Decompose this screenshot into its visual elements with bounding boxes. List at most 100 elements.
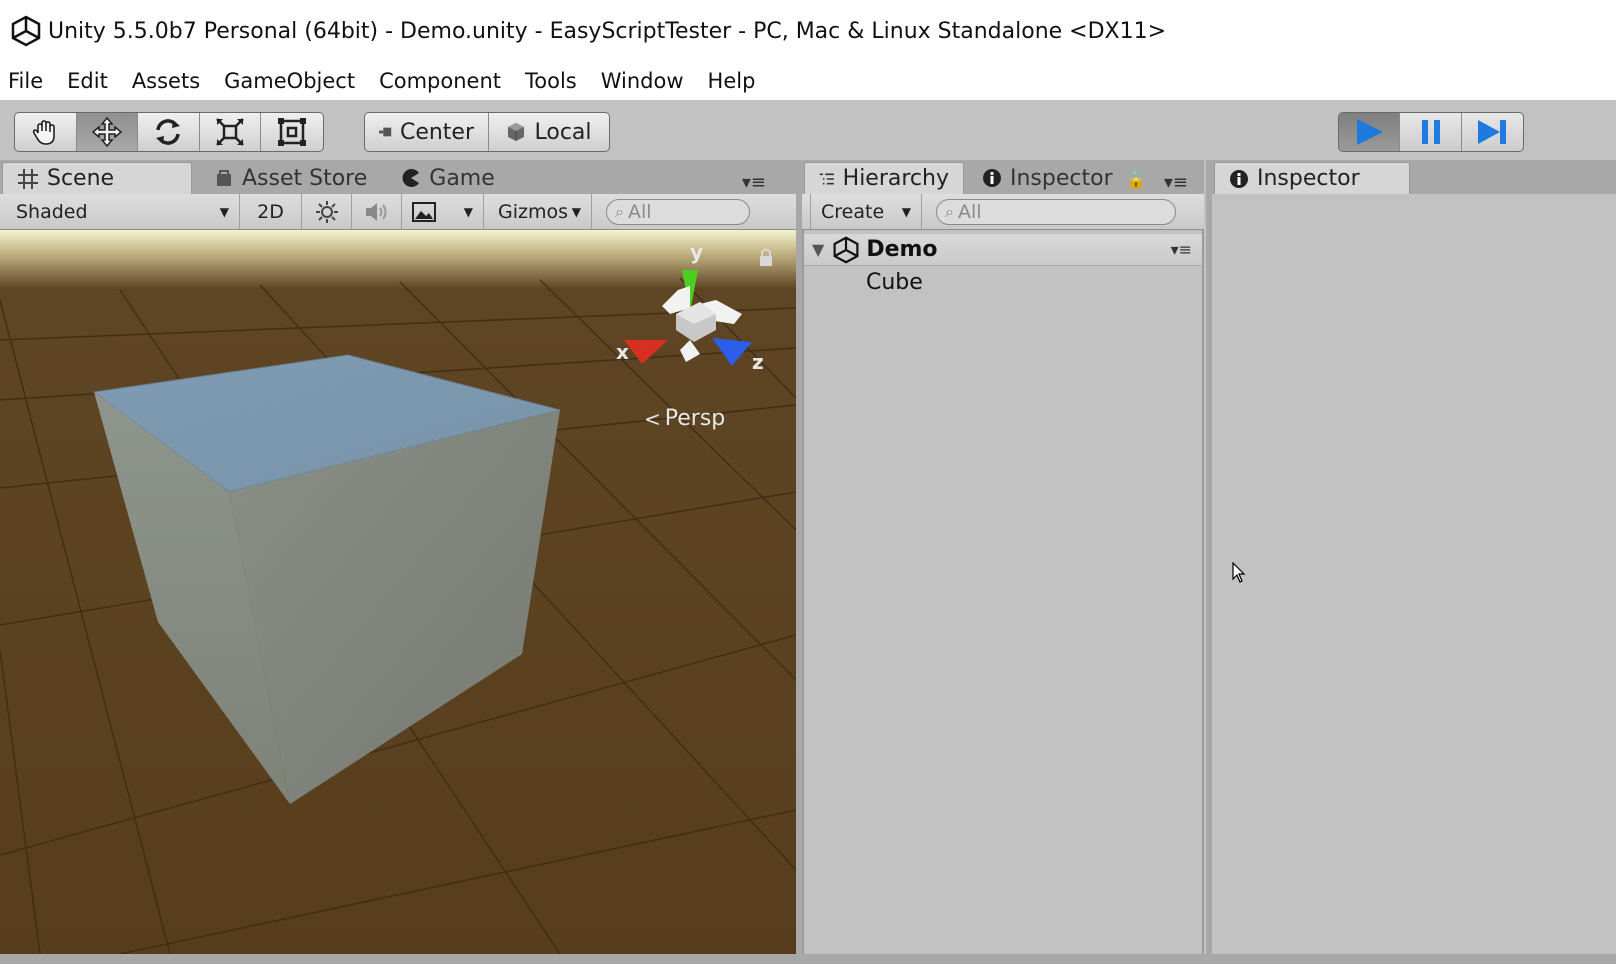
tab-inspector[interactable]: Inspector — [1214, 162, 1410, 194]
mode-2d-label: 2D — [257, 200, 284, 223]
rect-icon — [278, 118, 307, 146]
unity-scene-icon — [833, 236, 859, 263]
pivot-icon — [379, 127, 392, 137]
inspector-body — [1212, 194, 1616, 954]
sun-icon — [315, 200, 338, 223]
menu-bar: File Edit Assets GameObject Component To… — [0, 62, 1616, 100]
rotate-tool-button[interactable] — [138, 113, 200, 151]
mode-2d-toggle[interactable]: 2D — [240, 194, 302, 229]
window-title: Unity 5.5.0b7 Personal (64bit) - Demo.un… — [48, 18, 1167, 44]
pacman-icon — [402, 169, 420, 187]
perspective-icon: < — [644, 406, 661, 431]
scale-tool-button[interactable] — [200, 113, 262, 151]
panel-menu-icon[interactable]: ▾≡ — [1164, 172, 1188, 193]
mouse-cursor-icon — [1232, 562, 1246, 583]
rect-tool-button[interactable] — [261, 113, 323, 151]
pivot-local-label: Local — [534, 119, 592, 145]
menu-component[interactable]: Component — [369, 69, 515, 93]
hand-tool-button[interactable] — [15, 113, 77, 151]
tab-asset-store-label: Asset Store — [242, 165, 368, 191]
info-icon — [1230, 169, 1248, 188]
scene-viewport[interactable]: y x z < Persp — [0, 230, 796, 954]
pause-icon — [1421, 120, 1440, 144]
hierarchy-search-placeholder: All — [957, 200, 982, 223]
chevron-down-icon: ▼ — [463, 204, 473, 219]
axis-z-label: z — [752, 350, 764, 374]
title-bar: Unity 5.5.0b7 Personal (64bit) - Demo.un… — [0, 0, 1616, 62]
gizmos-dropdown[interactable]: Gizmos ▼ — [484, 194, 592, 229]
chevron-down-icon: ▼ — [571, 204, 581, 219]
menu-gameobject[interactable]: GameObject — [214, 69, 369, 93]
scene-render — [0, 230, 796, 954]
step-icon — [1478, 120, 1507, 144]
scene-search-placeholder: All — [627, 200, 652, 223]
search-icon: ⌕ — [615, 201, 624, 221]
tab-hierarchy[interactable]: Hierarchy — [804, 162, 964, 194]
menu-help[interactable]: Help — [698, 69, 770, 93]
tab-game-label: Game — [429, 165, 495, 191]
unity-editor-window: Unity 5.5.0b7 Personal (64bit) - Demo.un… — [0, 0, 1616, 964]
step-button[interactable] — [1462, 113, 1523, 151]
speaker-icon — [365, 202, 386, 221]
move-tool-button[interactable] — [76, 113, 139, 151]
menu-tools[interactable]: Tools — [515, 69, 591, 93]
scene-menu-icon[interactable]: ▾≡ — [1171, 240, 1192, 259]
tab-game[interactable]: Game — [387, 162, 509, 194]
shading-mode-label: Shaded — [16, 200, 88, 223]
scene-search-input[interactable]: ⌕ All — [606, 198, 750, 225]
effects-dropdown[interactable]: ▼ — [402, 194, 484, 229]
shading-mode-dropdown[interactable]: Shaded ▼ — [0, 194, 240, 229]
tab-asset-store[interactable]: Asset Store — [200, 162, 381, 194]
panel-menu-icon[interactable]: ▾≡ — [742, 172, 766, 193]
menu-assets[interactable]: Assets — [122, 69, 214, 93]
tab-inspector-label: Inspector — [1257, 166, 1360, 191]
transform-tools — [14, 112, 324, 152]
hierarchy-toolbar: Create ▼ ⌕ All — [802, 194, 1204, 230]
search-icon: ⌕ — [945, 201, 954, 221]
inspector-panel-tabs: Inspector — [1212, 160, 1616, 194]
tab-scene[interactable]: Scene — [2, 162, 192, 194]
create-dropdown[interactable]: Create ▼ — [810, 194, 922, 229]
gizmos-label: Gizmos — [498, 200, 569, 223]
lighting-toggle[interactable] — [302, 194, 352, 229]
expand-arrow-icon[interactable]: ▼ — [812, 240, 824, 259]
projection-label: Persp — [664, 406, 726, 431]
play-controls — [1338, 112, 1524, 152]
menu-file[interactable]: File — [0, 69, 57, 93]
image-icon — [412, 201, 436, 222]
list-icon — [819, 173, 834, 184]
hierarchy-search-input[interactable]: ⌕ All — [936, 198, 1176, 225]
axis-y-label: y — [690, 240, 704, 264]
status-strip — [0, 954, 1616, 964]
play-icon — [1357, 119, 1384, 145]
bag-icon — [217, 170, 231, 186]
scene-root-row[interactable]: ▼ Demo ▾≡ — [804, 234, 1202, 266]
create-label: Create — [821, 200, 885, 223]
menu-edit[interactable]: Edit — [57, 69, 122, 93]
menu-window[interactable]: Window — [591, 69, 698, 93]
axis-x-label: x — [616, 340, 629, 364]
move-icon — [91, 116, 123, 148]
lock-icon[interactable]: 🔒 — [1126, 170, 1146, 189]
audio-toggle[interactable] — [352, 194, 402, 229]
main-toolbar: Center Local — [0, 100, 1616, 160]
projection-toggle[interactable]: < Persp — [644, 406, 725, 431]
tab-hierarchy-label: Hierarchy — [842, 166, 949, 191]
pivot-center-button[interactable]: Center — [365, 113, 489, 151]
hand-icon — [33, 120, 56, 145]
info-icon — [983, 169, 1001, 187]
pivot-center-label: Center — [399, 119, 474, 145]
hierarchy-panel-tabs: Hierarchy Inspector 🔒 ▾≡ — [802, 160, 1204, 194]
unity-logo-icon — [11, 15, 41, 47]
scene-toolbar: Shaded ▼ 2D ▼ Gizmos ▼ ⌕ All — [0, 194, 796, 230]
scene-panel-tabs: Scene Asset Store Game ▾≡ — [0, 160, 796, 194]
tab-scene-label: Scene — [47, 166, 115, 191]
tab-inspector-secondary[interactable]: Inspector — [968, 162, 1127, 194]
scene-name: Demo — [866, 237, 938, 262]
hierarchy-item-cube[interactable]: Cube — [866, 270, 923, 295]
chevron-down-icon: ▼ — [901, 204, 911, 219]
cube-icon — [508, 123, 525, 141]
pause-button[interactable] — [1400, 113, 1462, 151]
play-button[interactable] — [1339, 113, 1401, 151]
pivot-local-button[interactable]: Local — [489, 113, 609, 151]
